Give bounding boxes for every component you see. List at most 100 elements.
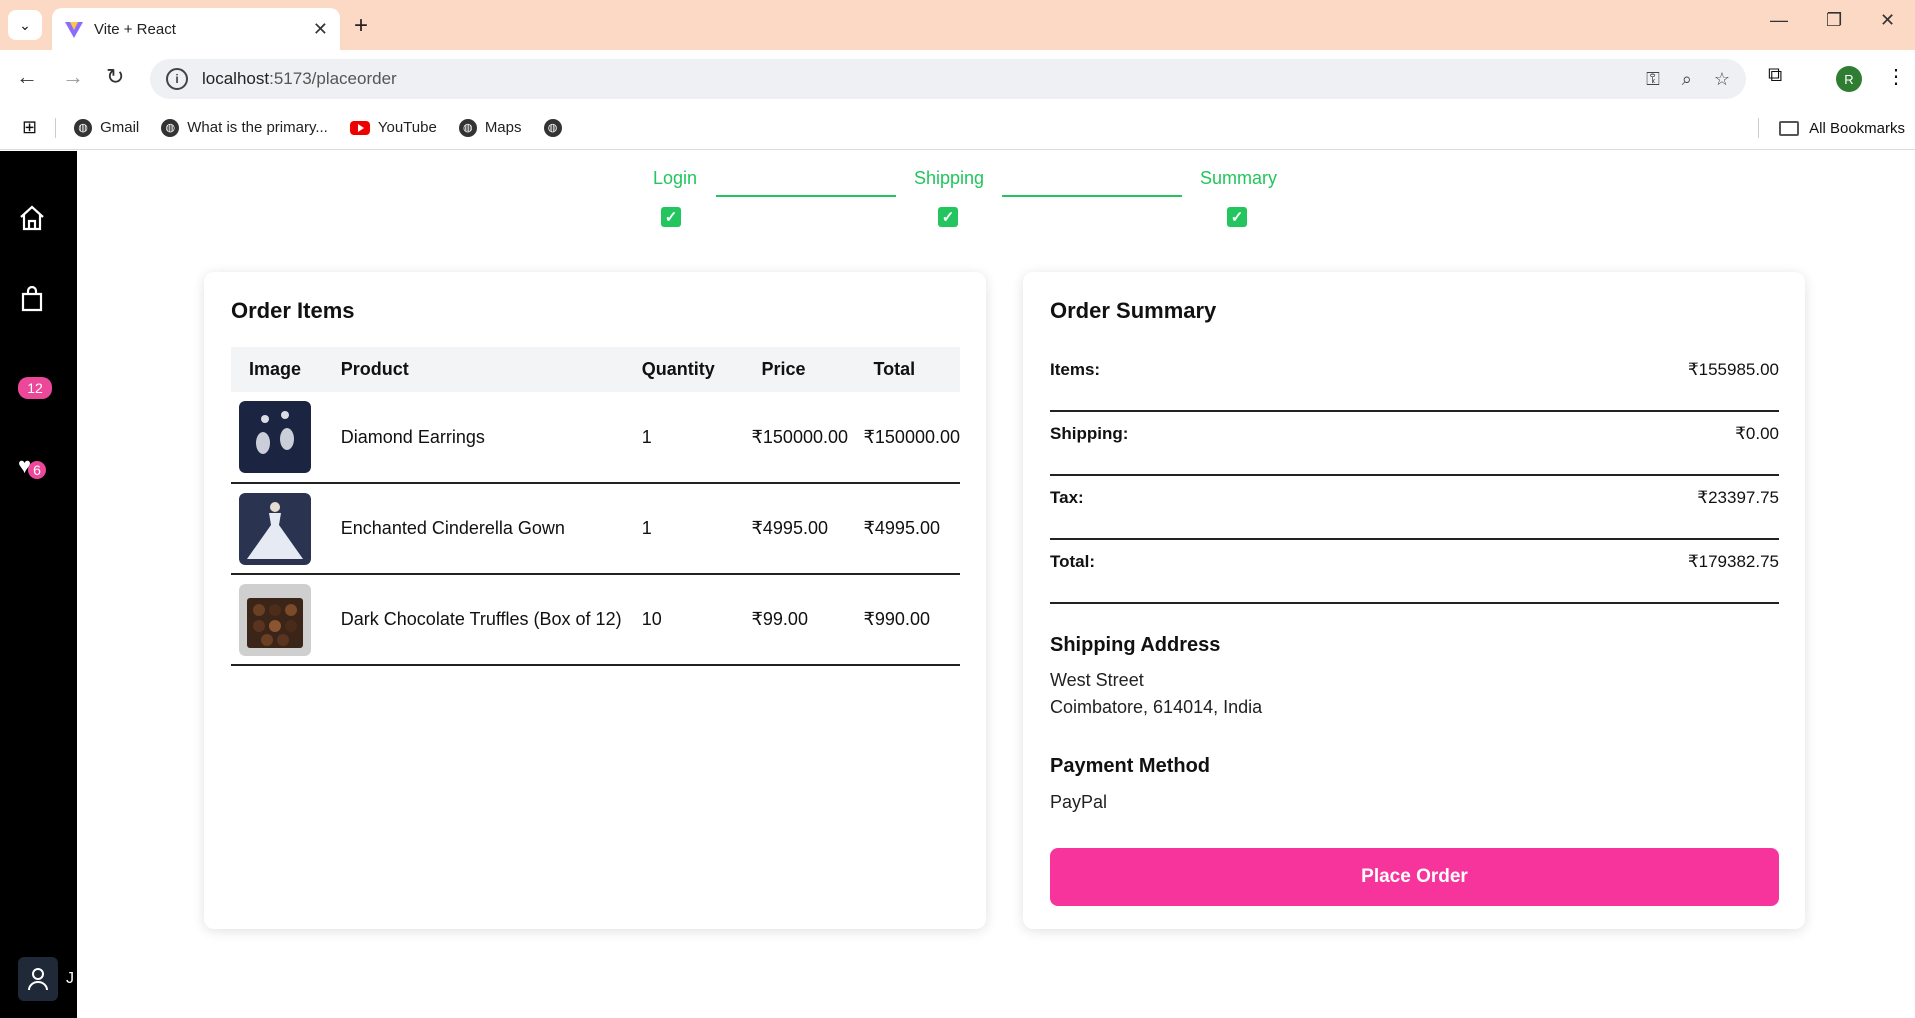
address-line-1: West Street: [1050, 670, 1144, 690]
step-summary-check-icon: ✓: [1227, 207, 1247, 227]
summary-items-label: Items:: [1050, 360, 1101, 379]
youtube-icon: [349, 120, 370, 135]
step-connector: [716, 195, 896, 197]
apps-grid-icon[interactable]: ⊞: [22, 117, 37, 138]
step-shipping-label: Shipping: [914, 168, 985, 188]
user-name: J: [66, 970, 74, 987]
zoom-icon[interactable]: ⌕: [1682, 69, 1692, 90]
summary-shipping-row: Shipping: ₹0.00: [1050, 412, 1779, 476]
order-summary-title: Order Summary: [1050, 298, 1217, 323]
globe-icon: ◍: [458, 118, 477, 137]
bookmarks-divider: [1758, 118, 1760, 138]
globe-icon: ◍: [74, 118, 93, 137]
bookmark-maps[interactable]: ◍ Maps: [458, 118, 522, 137]
summary-total-label: Total:: [1050, 552, 1096, 571]
order-items-card: Order Items Image Product Quantity Price…: [204, 272, 986, 929]
product-total: ₹4995.00: [863, 518, 940, 538]
product-thumbnail-gown[interactable]: [239, 492, 311, 565]
app-sidebar: 12 ♥ 6 J: [0, 151, 77, 1018]
payment-method-heading: Payment Method: [1050, 755, 1211, 777]
col-product: Product: [340, 359, 409, 379]
product-thumbnail-earrings[interactable]: [239, 401, 311, 473]
summary-items-value: ₹155985.00: [1687, 360, 1779, 379]
col-quantity: Quantity: [641, 359, 715, 379]
table-header-row: Image Product Quantity Price Total: [231, 347, 960, 392]
forward-icon[interactable]: →: [62, 64, 84, 90]
browser-tab-bar: ⌄ Vite + React ✕ + — ❐ ✕: [0, 0, 1915, 50]
product-quantity: 1: [641, 426, 652, 447]
summary-tax-row: Tax: ₹23397.75: [1050, 476, 1779, 540]
minimize-icon[interactable]: —: [1770, 10, 1788, 31]
window-close-icon[interactable]: ✕: [1880, 10, 1895, 31]
summary-total-value: ₹179382.75: [1687, 552, 1779, 571]
site-info-icon[interactable]: i: [166, 68, 188, 90]
product-price: ₹99.00: [751, 609, 808, 629]
bookmarks-divider: [55, 117, 57, 138]
bookmark-unnamed[interactable]: ◍: [543, 118, 570, 137]
place-order-button[interactable]: Place Order: [1050, 848, 1779, 906]
all-bookmarks[interactable]: All Bookmarks: [1758, 118, 1905, 138]
browser-menu-icon[interactable]: ⋮: [1886, 64, 1906, 89]
folder-icon: [1779, 120, 1800, 136]
product-quantity: 1: [641, 518, 652, 538]
favorites-badge: 6: [28, 461, 46, 479]
tab-search-button[interactable]: ⌄: [8, 10, 42, 40]
col-image: Image: [249, 359, 302, 379]
extensions-icon[interactable]: ⧉: [1768, 64, 1782, 87]
order-items-table: Image Product Quantity Price Total Diamo…: [231, 347, 960, 666]
reload-icon[interactable]: ↻: [106, 64, 124, 90]
product-name: Diamond Earrings: [340, 426, 485, 447]
back-icon[interactable]: ←: [16, 64, 38, 90]
summary-items-row: Items: ₹155985.00: [1050, 348, 1779, 412]
profile-avatar[interactable]: R: [1836, 66, 1862, 92]
product-thumbnail-truffles[interactable]: [239, 583, 311, 656]
cart-badge[interactable]: 12: [18, 377, 52, 399]
product-name: Dark Chocolate Truffles (Box of 12): [340, 609, 622, 629]
summary-tax-value: ₹23397.75: [1697, 488, 1779, 507]
url-text: localhost:5173/placeorder: [202, 69, 397, 88]
shopping-bag-icon[interactable]: [18, 285, 46, 313]
step-login-label: Login: [653, 168, 698, 188]
home-icon[interactable]: [18, 204, 46, 232]
summary-total-row: Total: ₹179382.75: [1050, 540, 1779, 604]
product-total: ₹150000.00: [863, 426, 960, 447]
globe-icon: ◍: [161, 118, 180, 137]
summary-shipping-label: Shipping:: [1050, 424, 1129, 443]
product-name: Enchanted Cinderella Gown: [340, 518, 565, 538]
user-menu-button[interactable]: [18, 957, 58, 1001]
col-total: Total: [873, 359, 916, 379]
password-key-icon[interactable]: ⚿: [1646, 69, 1660, 90]
table-row: Diamond Earrings 1 ₹150000.00 ₹150000.00: [231, 392, 960, 483]
shipping-address-heading: Shipping Address: [1050, 634, 1221, 656]
step-login-check-icon: ✓: [661, 207, 681, 227]
product-price: ₹150000.00: [751, 426, 848, 447]
payment-method-value: PayPal: [1050, 792, 1108, 812]
vite-icon: [65, 22, 83, 38]
product-quantity: 10: [641, 609, 662, 629]
tab-title: Vite + React: [94, 20, 176, 38]
summary-tax-label: Tax:: [1050, 488, 1084, 507]
address-line-2: Coimbatore, 614014, India: [1050, 697, 1263, 717]
order-summary-card: Order Summary Items: ₹155985.00 Shipping…: [1023, 272, 1805, 929]
bookmark-gmail[interactable]: ◍ Gmail: [74, 118, 139, 137]
product-total: ₹990.00: [863, 609, 930, 629]
browser-tab[interactable]: Vite + React ✕: [52, 8, 340, 50]
address-bar[interactable]: i localhost:5173/placeorder ⚿ ⌕ ☆: [150, 59, 1746, 99]
browser-toolbar: ← → ↻ i localhost:5173/placeorder ⚿ ⌕ ☆ …: [0, 50, 1915, 106]
step-summary-label: Summary: [1200, 168, 1278, 188]
bookmark-youtube[interactable]: YouTube: [349, 119, 437, 136]
product-price: ₹4995.00: [751, 518, 828, 538]
step-shipping-check-icon: ✓: [938, 207, 958, 227]
table-row: Dark Chocolate Truffles (Box of 12) 10 ₹…: [231, 574, 960, 665]
step-connector: [1002, 195, 1182, 197]
bookmark-what-is[interactable]: ◍ What is the primary...: [161, 118, 328, 137]
table-row: Enchanted Cinderella Gown 1 ₹4995.00 ₹49…: [231, 483, 960, 574]
restore-icon[interactable]: ❐: [1826, 10, 1842, 31]
tab-close-icon[interactable]: ✕: [313, 19, 328, 40]
bookmarks-bar: ⊞ ◍ Gmail ◍ What is the primary... YouTube…: [0, 106, 1915, 150]
bookmark-star-icon[interactable]: ☆: [1714, 69, 1730, 90]
user-icon: [28, 968, 48, 991]
order-items-title: Order Items: [231, 298, 355, 323]
globe-icon: ◍: [543, 118, 562, 137]
new-tab-button[interactable]: +: [354, 12, 368, 40]
